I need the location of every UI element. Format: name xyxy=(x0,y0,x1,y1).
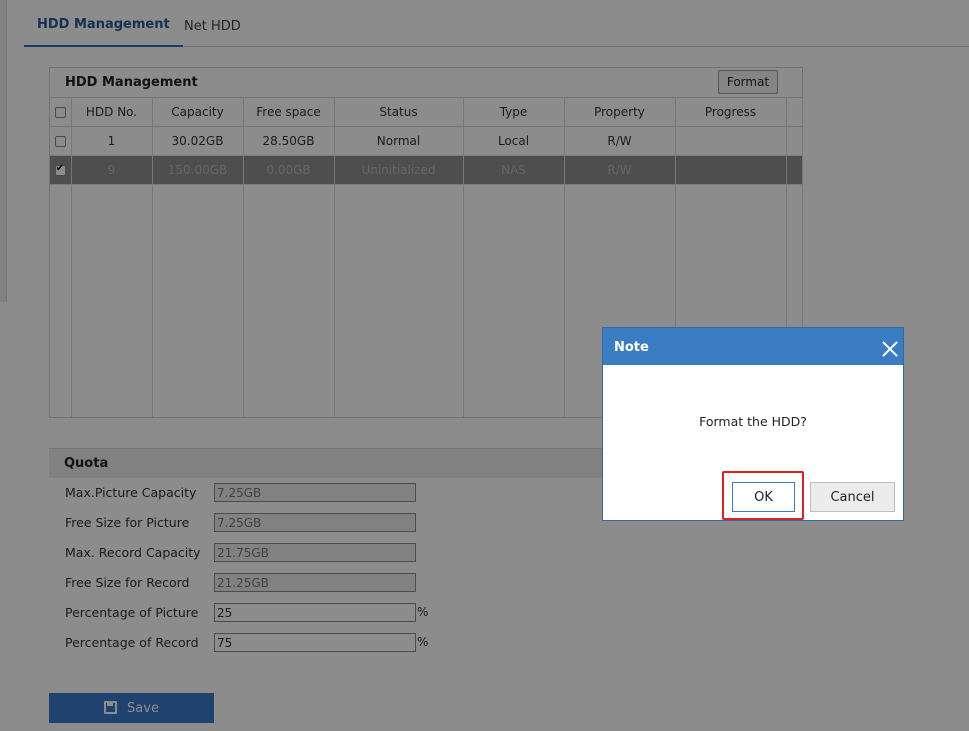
dialog-message: Format the HDD? xyxy=(699,414,807,429)
dialog-header: Note xyxy=(603,328,903,365)
cancel-button[interactable]: Cancel xyxy=(810,482,895,512)
dialog-title: Note xyxy=(614,340,649,355)
close-icon[interactable] xyxy=(881,340,899,358)
note-dialog: Note Format the HDD? OK Cancel xyxy=(602,327,904,521)
ok-button[interactable]: OK xyxy=(732,482,795,512)
